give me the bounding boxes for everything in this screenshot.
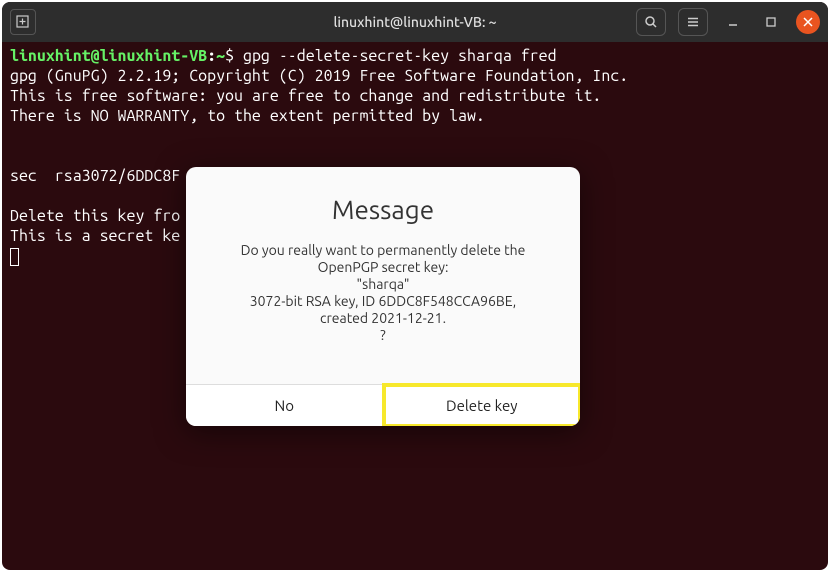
maximize-button[interactable] bbox=[758, 9, 784, 35]
search-button[interactable] bbox=[636, 8, 666, 36]
titlebar-controls bbox=[636, 8, 820, 36]
output-line: This is free software: you are free to c… bbox=[10, 87, 601, 105]
dialog-content: Message Do you really want to permanentl… bbox=[186, 167, 580, 384]
dialog-text: Do you really want to permanently delete… bbox=[214, 242, 552, 344]
close-icon bbox=[803, 17, 813, 27]
output-line: This is a secret ke bbox=[10, 227, 180, 245]
minimize-icon bbox=[727, 16, 739, 28]
terminal-window: linuxhint@linuxhint-VB: ~ linuxhint@linu… bbox=[2, 2, 828, 570]
close-button[interactable] bbox=[796, 10, 820, 34]
window-title: linuxhint@linuxhint-VB: ~ bbox=[333, 14, 496, 30]
confirm-dialog: Message Do you really want to permanentl… bbox=[186, 167, 580, 426]
output-line: gpg (GnuPG) 2.2.19; Copyright (C) 2019 F… bbox=[10, 67, 628, 85]
prompt-symbol: $ bbox=[225, 47, 243, 65]
new-tab-button[interactable] bbox=[10, 9, 36, 35]
output-line: Delete this key fro bbox=[10, 207, 180, 225]
output-line: There is NO WARRANTY, to the extent perm… bbox=[10, 107, 485, 125]
titlebar-left bbox=[10, 9, 36, 35]
hamburger-menu-button[interactable] bbox=[678, 8, 708, 36]
dialog-title: Message bbox=[214, 195, 552, 224]
prompt-separator: : bbox=[207, 47, 216, 65]
no-button[interactable]: No bbox=[186, 385, 384, 426]
prompt-user: linuxhint@linuxhint-VB bbox=[10, 47, 207, 65]
output-line: sec rsa3072/6DDC8F bbox=[10, 167, 180, 185]
command-text: gpg --delete-secret-key sharqa fred bbox=[243, 47, 557, 65]
maximize-icon bbox=[765, 16, 777, 28]
titlebar: linuxhint@linuxhint-VB: ~ bbox=[2, 2, 828, 42]
terminal-cursor bbox=[10, 248, 19, 266]
prompt-path: ~ bbox=[216, 47, 225, 65]
dialog-buttons: No Delete key bbox=[186, 384, 580, 426]
new-tab-icon bbox=[16, 15, 30, 29]
search-icon bbox=[644, 15, 658, 29]
hamburger-icon bbox=[686, 15, 700, 29]
delete-key-button[interactable]: Delete key bbox=[384, 385, 581, 426]
minimize-button[interactable] bbox=[720, 9, 746, 35]
